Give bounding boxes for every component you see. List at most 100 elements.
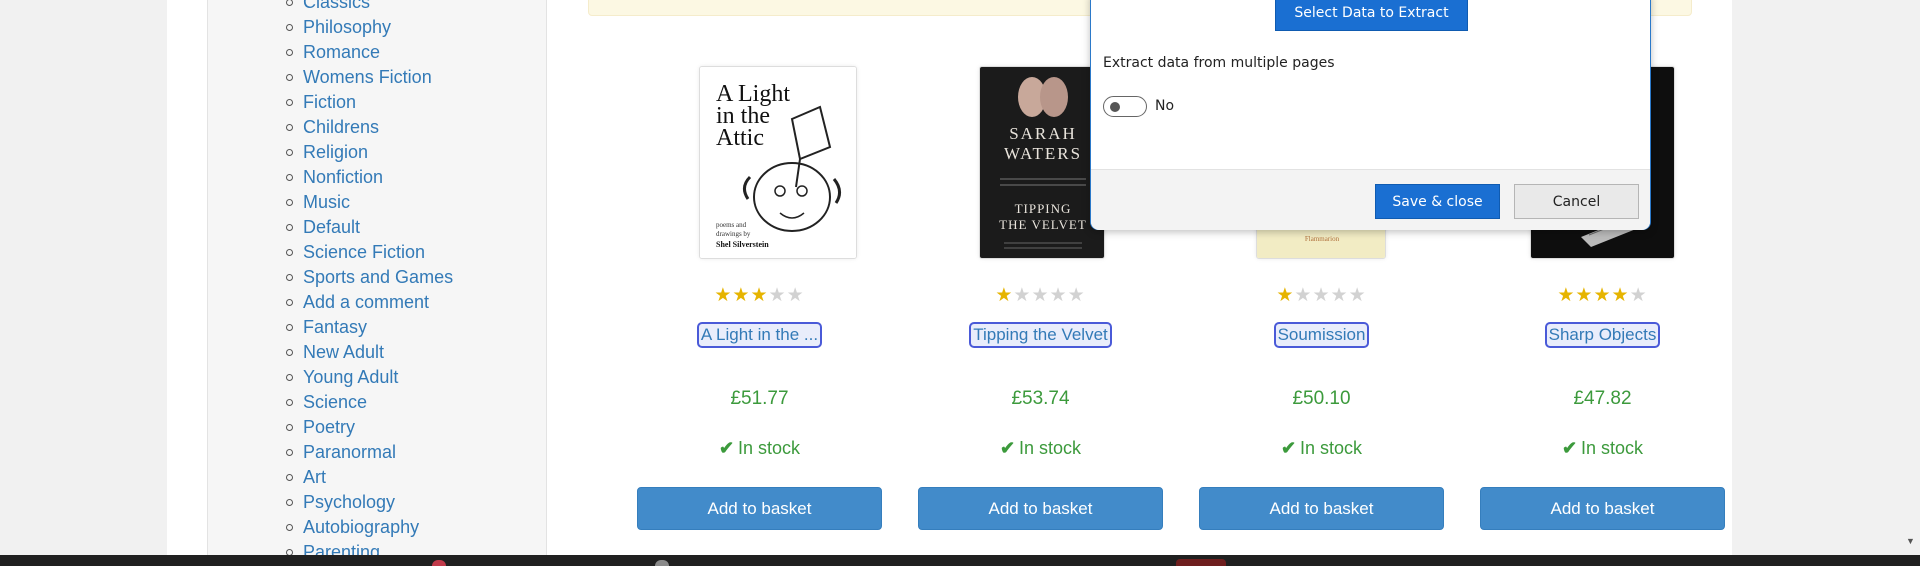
book-cover-image[interactable]: SARAH WATERS TIPPING THE VELVET xyxy=(979,66,1105,259)
taskbar xyxy=(0,555,1920,566)
cover-author: Shel Silverstein xyxy=(716,240,769,249)
category-item: Womens Fiction xyxy=(208,65,453,90)
star-icon: ★ xyxy=(750,285,769,306)
star-icon: ★ xyxy=(732,285,751,306)
check-icon: ✔ xyxy=(1280,438,1297,458)
toggle-state-label: No xyxy=(1155,98,1175,114)
category-link[interactable]: Religion xyxy=(303,140,368,165)
check-icon: ✔ xyxy=(999,438,1016,458)
bullet-icon xyxy=(286,74,293,81)
category-item: Art xyxy=(208,465,453,490)
category-link[interactable]: Classics xyxy=(303,0,370,15)
product-title-link[interactable]: Soumission xyxy=(1273,322,1370,348)
product-title-link[interactable]: A Light in the ... xyxy=(696,322,823,348)
category-item: Sports and Games xyxy=(208,265,453,290)
bullet-icon xyxy=(286,24,293,31)
scroll-down-arrow-icon[interactable]: ▼ xyxy=(1906,536,1915,546)
category-item: Fantasy xyxy=(208,315,453,340)
taskbar-app-icon[interactable] xyxy=(1176,559,1226,566)
taskbar-app-icon[interactable] xyxy=(432,560,446,566)
category-list: Classics Philosophy Romance Womens Fiction F… xyxy=(208,0,453,555)
extract-settings-dialog: Select Data to Extract Extract data from… xyxy=(1090,0,1651,230)
category-link[interactable]: Science xyxy=(303,390,367,415)
category-item: Religion xyxy=(208,140,453,165)
bullet-icon xyxy=(286,274,293,281)
category-link[interactable]: Childrens xyxy=(303,115,379,140)
category-link[interactable]: Art xyxy=(303,465,326,490)
book-cover-image[interactable]: A Light in the Attic poems and drawings … xyxy=(699,66,857,259)
stock-text: In stock xyxy=(1300,438,1363,458)
category-link[interactable]: New Adult xyxy=(303,340,384,365)
add-to-basket-button[interactable]: Add to basket xyxy=(1199,487,1444,530)
category-link[interactable]: Add a comment xyxy=(303,290,429,315)
category-item: Music xyxy=(208,190,453,215)
toggle-knob xyxy=(1110,102,1120,112)
cancel-button[interactable]: Cancel xyxy=(1514,184,1639,219)
category-link[interactable]: Sports and Games xyxy=(303,265,453,290)
category-item: Poetry xyxy=(208,415,453,440)
bullet-icon xyxy=(286,0,293,6)
category-link[interactable]: Young Adult xyxy=(303,365,398,390)
dialog-footer: Save & close Cancel xyxy=(1091,169,1650,230)
star-icon: ★ xyxy=(1330,285,1349,306)
category-item: Autobiography xyxy=(208,515,453,540)
star-icon: ★ xyxy=(1557,285,1576,306)
category-item: Paranormal xyxy=(208,440,453,465)
category-link[interactable]: Fantasy xyxy=(303,315,367,340)
bullet-icon xyxy=(286,224,293,231)
star-icon: ★ xyxy=(1312,285,1331,306)
bullet-icon xyxy=(286,99,293,106)
bullet-icon xyxy=(286,124,293,131)
star-icon: ★ xyxy=(786,285,805,306)
multiple-pages-toggle[interactable] xyxy=(1103,96,1147,117)
stock-text: In stock xyxy=(738,438,801,458)
category-item: Classics xyxy=(208,0,453,15)
product-title-link[interactable]: Sharp Objects xyxy=(1544,322,1661,348)
star-icon: ★ xyxy=(1049,285,1068,306)
stock-status: ✔ In stock xyxy=(1199,438,1444,459)
category-link[interactable]: Philosophy xyxy=(303,15,391,40)
save-close-button[interactable]: Save & close xyxy=(1375,184,1500,219)
taskbar-app-icon[interactable] xyxy=(655,560,669,566)
cover-title-line: TIPPING xyxy=(1015,201,1072,216)
category-link[interactable]: Parenting xyxy=(303,540,380,555)
category-link[interactable]: Autobiography xyxy=(303,515,419,540)
category-link[interactable]: Paranormal xyxy=(303,440,396,465)
product-title-link[interactable]: Tipping the Velvet xyxy=(969,322,1112,348)
bullet-icon xyxy=(286,149,293,156)
bullet-icon xyxy=(286,474,293,481)
category-link[interactable]: Nonfiction xyxy=(303,165,383,190)
bullet-icon xyxy=(286,324,293,331)
category-link[interactable]: Womens Fiction xyxy=(303,65,432,90)
bullet-icon xyxy=(286,424,293,431)
bullet-icon xyxy=(286,399,293,406)
add-to-basket-button[interactable]: Add to basket xyxy=(637,487,882,530)
product-price: £50.10 xyxy=(1292,388,1351,409)
add-to-basket-button[interactable]: Add to basket xyxy=(918,487,1163,530)
bullet-icon xyxy=(286,49,293,56)
product-price: £53.74 xyxy=(1011,388,1070,409)
star-icon: ★ xyxy=(1575,285,1594,306)
category-link[interactable]: Music xyxy=(303,190,350,215)
category-link[interactable]: Default xyxy=(303,215,360,240)
product-price: £47.82 xyxy=(1573,388,1632,409)
category-link[interactable]: Poetry xyxy=(303,415,355,440)
star-rating: ★★★★★ xyxy=(1199,284,1444,307)
stock-text: In stock xyxy=(1581,438,1644,458)
bullet-icon xyxy=(286,524,293,531)
category-item: Parenting xyxy=(208,540,453,555)
star-icon: ★ xyxy=(768,285,787,306)
star-icon: ★ xyxy=(1276,285,1295,306)
star-icon: ★ xyxy=(1067,285,1086,306)
star-icon: ★ xyxy=(1611,285,1630,306)
category-link[interactable]: Romance xyxy=(303,40,380,65)
category-link[interactable]: Psychology xyxy=(303,490,395,515)
category-item: Philosophy xyxy=(208,15,453,40)
add-to-basket-button[interactable]: Add to basket xyxy=(1480,487,1725,530)
select-data-button[interactable]: Select Data to Extract xyxy=(1275,0,1468,31)
check-icon: ✔ xyxy=(718,438,735,458)
category-link[interactable]: Science Fiction xyxy=(303,240,425,265)
category-item: Fiction xyxy=(208,90,453,115)
category-link[interactable]: Fiction xyxy=(303,90,356,115)
star-rating: ★★★★★ xyxy=(637,284,882,307)
